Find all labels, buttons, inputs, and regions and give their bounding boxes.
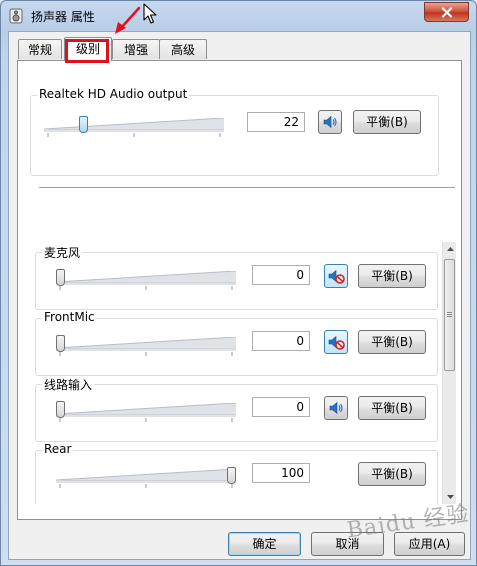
channel-list-scrollbar[interactable] bbox=[442, 242, 456, 504]
main-output-group: Realtek HD Audio output 22 平衡(B) bbox=[30, 87, 439, 176]
microphone-balance-button[interactable]: 平衡(B) bbox=[358, 264, 426, 288]
annotation-arrow-icon bbox=[115, 6, 141, 34]
close-icon bbox=[441, 6, 452, 18]
mouse-cursor-icon bbox=[143, 3, 157, 24]
speaker-muted-icon bbox=[328, 269, 345, 284]
ok-button[interactable]: 确定 bbox=[228, 532, 301, 556]
slider-ticks bbox=[59, 352, 233, 356]
chevron-down-icon bbox=[446, 495, 454, 499]
levels-panel: Realtek HD Audio output 22 平衡(B) 麦克风 0 平… bbox=[17, 60, 462, 520]
section-separator bbox=[39, 187, 455, 189]
slider-thumb[interactable] bbox=[56, 401, 65, 418]
main-output-mute-button[interactable] bbox=[318, 110, 342, 134]
frontmic-slider[interactable] bbox=[56, 333, 236, 357]
channel-frontmic: FrontMic 0 平衡(B) bbox=[35, 310, 438, 376]
slider-thumb[interactable] bbox=[227, 467, 236, 484]
scroll-up-button[interactable] bbox=[443, 242, 457, 256]
slider-thumb[interactable] bbox=[56, 269, 65, 286]
frontmic-value[interactable]: 0 bbox=[252, 331, 310, 351]
channel-list[interactable]: 麦克风 0 平衡(B) FrontMic 0 平衡(B) 线路输入 0 平衡(B… bbox=[35, 242, 456, 504]
scrollbar-thumb[interactable] bbox=[444, 259, 455, 371]
channel-line-in: 线路输入 0 平衡(B) bbox=[35, 376, 438, 442]
speaker-icon bbox=[329, 401, 343, 415]
channel-rear: Rear 100 平衡(B) bbox=[35, 442, 438, 504]
speaker-device-icon bbox=[9, 8, 23, 24]
main-output-value[interactable]: 22 bbox=[247, 112, 305, 132]
slider-track bbox=[56, 469, 236, 483]
scroll-down-button[interactable] bbox=[443, 490, 457, 504]
slider-track bbox=[56, 337, 236, 351]
microphone-mute-button[interactable] bbox=[324, 264, 348, 288]
title-bar[interactable]: 扬声器 属性 bbox=[1, 1, 476, 31]
tab-advanced[interactable]: 高级 bbox=[159, 39, 207, 59]
slider-ticks bbox=[59, 286, 233, 290]
slider-thumb[interactable] bbox=[79, 116, 88, 133]
rear-value[interactable]: 100 bbox=[252, 463, 310, 483]
cancel-button[interactable]: 取消 bbox=[311, 532, 384, 556]
apply-button[interactable]: 应用(A) bbox=[394, 532, 465, 556]
channel-frontmic-name: FrontMic bbox=[42, 310, 97, 324]
line-in-value[interactable]: 0 bbox=[252, 397, 310, 417]
microphone-value[interactable]: 0 bbox=[252, 265, 310, 285]
line-in-slider[interactable] bbox=[56, 399, 236, 423]
rear-slider[interactable] bbox=[56, 465, 236, 489]
frontmic-balance-button[interactable]: 平衡(B) bbox=[358, 330, 426, 354]
main-output-slider[interactable] bbox=[44, 114, 224, 138]
close-button[interactable] bbox=[424, 2, 469, 22]
slider-track bbox=[56, 271, 236, 285]
microphone-slider[interactable] bbox=[56, 267, 236, 291]
chevron-up-icon bbox=[446, 247, 454, 251]
slider-ticks bbox=[59, 418, 233, 422]
speaker-icon bbox=[323, 115, 337, 129]
line-in-balance-button[interactable]: 平衡(B) bbox=[358, 396, 426, 420]
properties-window: 扬声器 属性 常规 级别 增强 高级 Realtek HD Audio outp… bbox=[0, 0, 477, 566]
frontmic-mute-button[interactable] bbox=[324, 330, 348, 354]
main-output-name: Realtek HD Audio output bbox=[37, 87, 190, 101]
speaker-muted-icon bbox=[328, 335, 345, 350]
line-in-mute-button[interactable] bbox=[324, 396, 348, 420]
tab-general[interactable]: 常规 bbox=[18, 39, 62, 59]
tab-enhancements[interactable]: 增强 bbox=[112, 39, 160, 59]
slider-track bbox=[56, 403, 236, 417]
tab-levels[interactable]: 级别 bbox=[64, 37, 112, 61]
dialog-client-area: 常规 级别 增强 高级 Realtek HD Audio output 22 平… bbox=[8, 31, 471, 560]
slider-ticks bbox=[47, 133, 221, 137]
slider-thumb[interactable] bbox=[56, 335, 65, 352]
channel-microphone-name: 麦克风 bbox=[42, 244, 83, 261]
window-title: 扬声器 属性 bbox=[31, 10, 95, 24]
slider-ticks bbox=[59, 484, 233, 488]
channel-microphone: 麦克风 0 平衡(B) bbox=[35, 244, 438, 310]
channel-rear-name: Rear bbox=[42, 442, 74, 456]
channel-line-in-name: 线路输入 bbox=[42, 376, 95, 393]
main-output-balance-button[interactable]: 平衡(B) bbox=[353, 110, 421, 134]
rear-balance-button[interactable]: 平衡(B) bbox=[358, 462, 426, 486]
slider-track bbox=[44, 118, 224, 132]
